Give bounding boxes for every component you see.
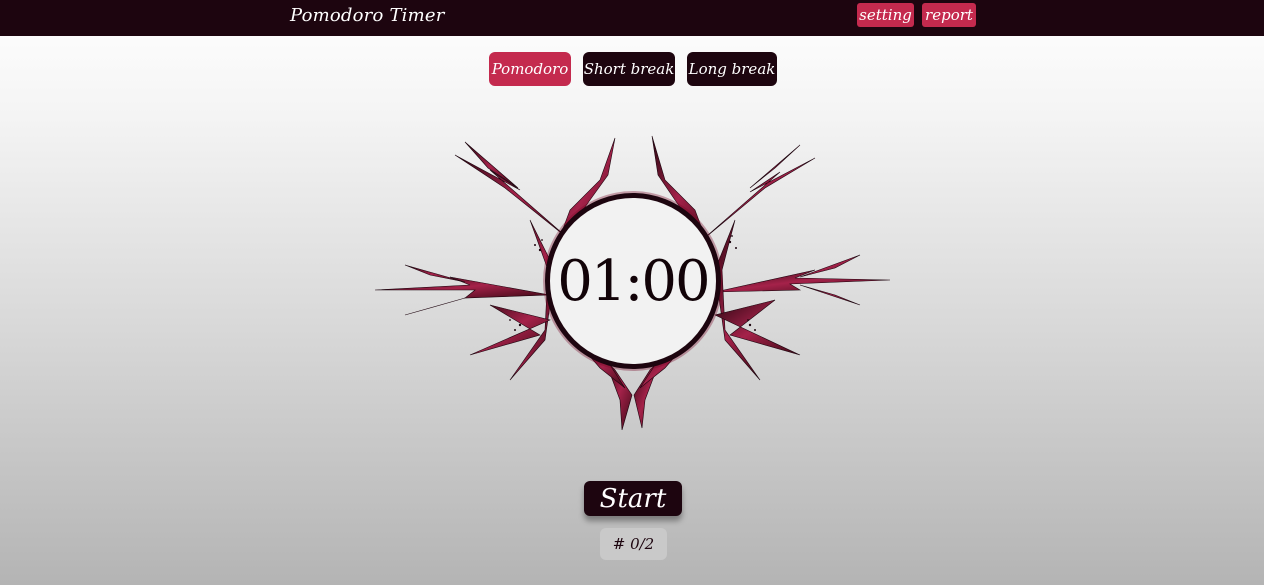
timer-display: 01:00 [557,248,710,314]
app-title: Pomodoro Timer [290,5,445,26]
setting-button[interactable]: setting [857,3,914,27]
report-button[interactable]: report [922,3,976,27]
tab-short-break[interactable]: Short break [583,52,675,86]
timer-display-circle: 01:00 [545,193,721,369]
start-button[interactable]: Start [584,481,682,516]
tab-long-break[interactable]: Long break [687,52,777,86]
top-navigation-bar: Pomodoro Timer setting report [0,0,1264,36]
tab-pomodoro[interactable]: Pomodoro [489,52,571,86]
session-counter: # 0/2 [600,528,667,560]
